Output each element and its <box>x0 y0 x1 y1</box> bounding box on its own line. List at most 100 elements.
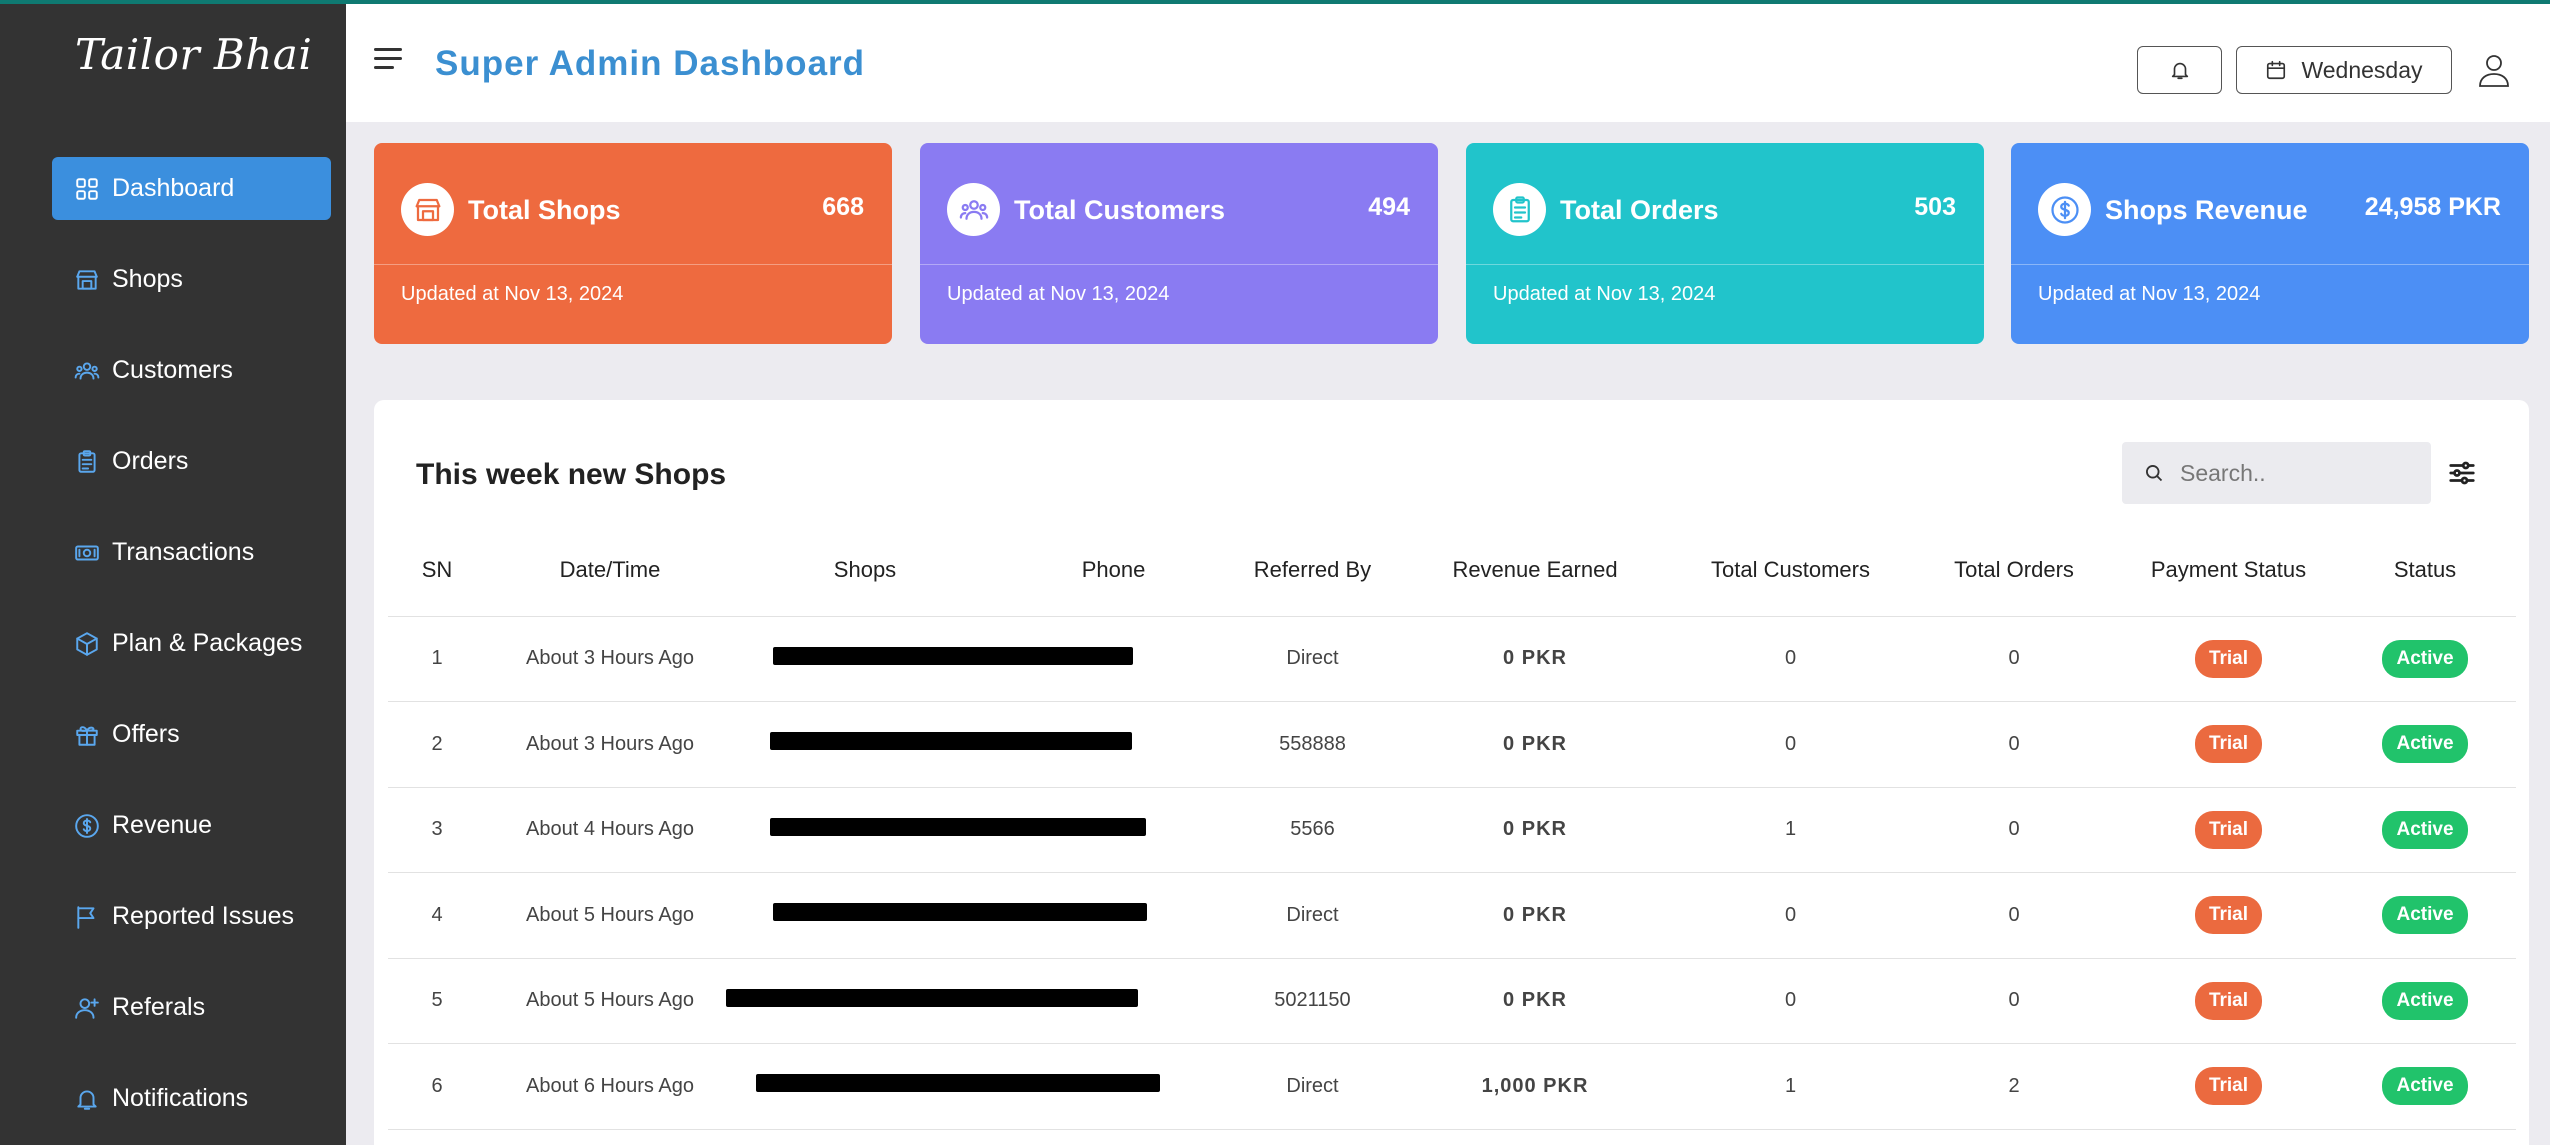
sidebar-item-dashboard[interactable]: Dashboard <box>52 157 331 220</box>
sidebar-item-plans[interactable]: Plan & Packages <box>52 612 331 675</box>
cell-status: Active <box>2334 616 2516 702</box>
sidebar-item-label: Reported Issues <box>112 902 295 930</box>
redaction-bar <box>772 646 1133 665</box>
column-header[interactable]: Total Customers <box>1676 524 1905 617</box>
sidebar-item-orders[interactable]: Orders <box>52 430 331 493</box>
users-icon <box>72 356 102 386</box>
cell-orders: 0 <box>1905 701 2123 788</box>
table-row[interactable]: 5 About 5 Hours Ago 5021150 0 PKR 0 0 Tr… <box>388 958 2516 1044</box>
column-header[interactable]: SN <box>388 524 486 617</box>
users-icon <box>947 183 1000 236</box>
payment-status-badge: Trial <box>2194 896 2263 935</box>
table-row[interactable]: 6 About 6 Hours Ago Direct 1,000 PKR 1 2… <box>388 1043 2516 1130</box>
redaction-bar <box>772 903 1147 922</box>
cell-payment: Trial <box>2123 616 2334 702</box>
sidebar-item-transactions[interactable]: Transactions <box>52 521 331 584</box>
table-row[interactable]: 1 About 3 Hours Ago Direct 0 PKR 0 0 Tri… <box>388 616 2516 702</box>
cell-shop-phone-redacted <box>734 701 1231 788</box>
payment-status-badge: Trial <box>2194 725 2263 764</box>
column-header[interactable]: Total Orders <box>1905 524 2123 617</box>
brand-logo[interactable]: Tailor Bhai <box>75 30 312 79</box>
sidebar-item-shops[interactable]: Shops <box>52 248 331 311</box>
column-header[interactable]: Payment Status <box>2123 524 2334 617</box>
stat-card-shops-revenue[interactable]: Shops Revenue 24,958 PKR Updated at Nov … <box>2011 143 2529 344</box>
cell-referred: 5021150 <box>1231 958 1394 1044</box>
column-header[interactable]: Referred By <box>1231 524 1394 617</box>
card-title: Shops Revenue <box>2105 195 2308 225</box>
user-profile-icon[interactable] <box>2476 52 2512 88</box>
payment-status-badge: Trial <box>2194 810 2263 849</box>
cell-shop-phone-redacted <box>734 616 1231 702</box>
status-badge: Active <box>2382 810 2468 849</box>
payment-status-badge: Trial <box>2194 639 2263 678</box>
top-accent-line <box>0 0 2550 4</box>
notifications-button[interactable] <box>2137 46 2222 94</box>
cell-payment: Trial <box>2123 958 2334 1044</box>
sidebar-item-notifications[interactable]: Notifications <box>52 1067 331 1130</box>
clipboard-icon <box>1493 183 1546 236</box>
stat-card-total-orders[interactable]: Total Orders 503 Updated at Nov 13, 2024 <box>1466 143 1984 344</box>
search-input[interactable] <box>2180 459 2420 487</box>
redaction-bar <box>755 1074 1160 1093</box>
sidebar-item-offers[interactable]: Offers <box>52 703 331 766</box>
card-title: Total Customers <box>1014 195 1226 225</box>
filter-sliders-icon[interactable] <box>2447 458 2477 488</box>
date-button[interactable]: Wednesday <box>2236 46 2452 94</box>
sidebar-item-customers[interactable]: Customers <box>52 339 331 402</box>
table-row[interactable]: 3 About 4 Hours Ago 5566 0 PKR 1 0 Trial… <box>388 787 2516 873</box>
dollar-icon <box>72 811 102 841</box>
cell-revenue: 0 PKR <box>1394 787 1676 873</box>
card-title: Total Orders <box>1560 195 1719 225</box>
cell-sn: 5 <box>388 958 486 1044</box>
gift-icon <box>72 720 102 750</box>
cell-referred: 558888 <box>1231 701 1394 788</box>
menu-toggle-icon[interactable] <box>374 48 402 72</box>
cell-sn: 6 <box>388 1043 486 1130</box>
status-badge: Active <box>2382 896 2468 935</box>
cell-orders: 0 <box>1905 787 2123 873</box>
sidebar-item-label: Dashboard <box>112 174 235 202</box>
column-header[interactable]: Shops <box>734 524 996 617</box>
sidebar-item-referals[interactable]: Referals <box>52 976 331 1039</box>
cell-revenue: 1,000 PKR <box>1394 1043 1676 1130</box>
table-row[interactable]: 2 About 3 Hours Ago 558888 0 PKR 0 0 Tri… <box>388 701 2516 788</box>
payment-status-badge: Trial <box>2194 981 2263 1020</box>
clipboard-icon <box>72 447 102 477</box>
redaction-bar <box>725 988 1138 1007</box>
cell-orders: 0 <box>1905 616 2123 702</box>
card-value: 24,958 PKR <box>2364 193 2501 221</box>
column-header[interactable]: Date/Time <box>486 524 734 617</box>
cell-date: About 5 Hours Ago <box>486 872 734 959</box>
cell-status: Active <box>2334 872 2516 959</box>
column-header[interactable]: Revenue Earned <box>1394 524 1676 617</box>
cell-shop-phone-redacted <box>725 958 1231 1044</box>
cell-orders: 0 <box>1905 958 2123 1044</box>
column-header[interactable]: Status <box>2334 524 2516 617</box>
cell-shop-phone-redacted <box>734 787 1231 873</box>
bell-icon <box>2171 62 2188 80</box>
cell-referred: Direct <box>1231 1043 1394 1130</box>
panel-title: This week new Shops <box>416 458 727 491</box>
cell-orders: 0 <box>1905 872 2123 959</box>
stat-card-total-shops[interactable]: Total Shops 668 Updated at Nov 13, 2024 <box>374 143 892 344</box>
card-updated: Updated at Nov 13, 2024 <box>947 283 1170 305</box>
search-box[interactable] <box>2122 442 2431 504</box>
package-icon <box>72 629 102 659</box>
status-badge: Active <box>2382 1067 2468 1106</box>
table-header-row: SN Date/Time Shops Phone Referred By Rev… <box>388 524 2516 617</box>
sidebar: Tailor Bhai Dashboard Shops Customers Or… <box>0 0 346 1145</box>
cell-referred: 5566 <box>1231 787 1394 873</box>
top-header: Super Admin Dashboard Wednesday <box>346 4 2550 122</box>
cell-referred: Direct <box>1231 616 1394 702</box>
cell-status: Active <box>2334 958 2516 1044</box>
sidebar-item-revenue[interactable]: Revenue <box>52 794 331 857</box>
payment-status-badge: Trial <box>2194 1067 2263 1106</box>
column-header[interactable]: Phone <box>996 524 1231 617</box>
card-value: 494 <box>1368 193 1410 221</box>
table-row[interactable]: 4 About 5 Hours Ago Direct 0 PKR 0 0 Tri… <box>388 872 2516 959</box>
stat-card-total-customers[interactable]: Total Customers 494 Updated at Nov 13, 2… <box>920 143 1438 344</box>
sidebar-item-reported-issues[interactable]: Reported Issues <box>52 885 331 948</box>
sidebar-item-label: Revenue <box>112 811 213 839</box>
cell-orders: 2 <box>1905 1043 2123 1130</box>
cell-status: Active <box>2334 787 2516 873</box>
